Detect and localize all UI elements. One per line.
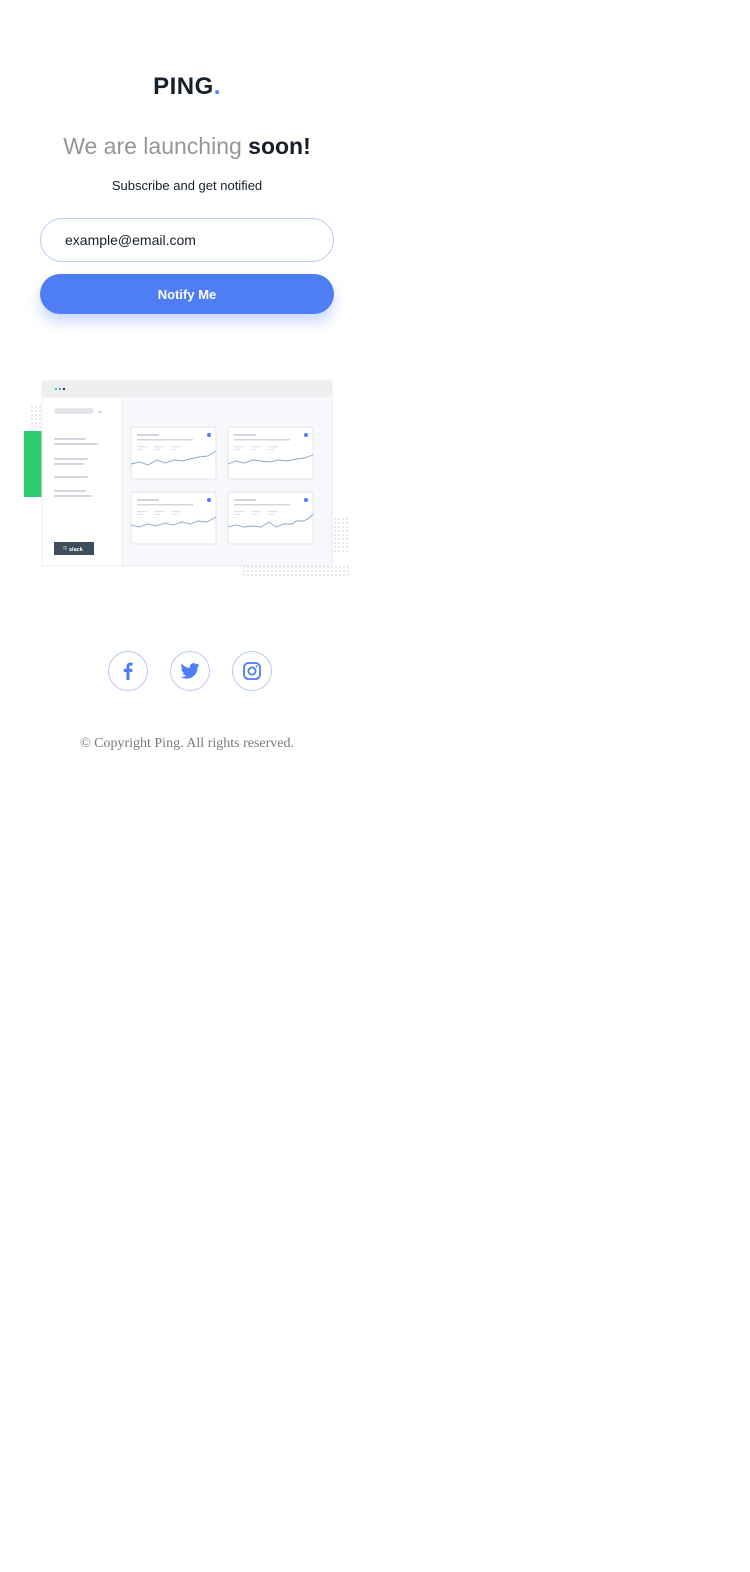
page: PING. We are launching soon! Subscribe a… (0, 0, 374, 780)
chart-card-1 (130, 426, 217, 480)
logo-dot: . (213, 73, 221, 100)
slack-badge-label: slack (69, 547, 84, 553)
chart-card-2 (227, 426, 314, 480)
headline-bold: soon! (248, 133, 311, 159)
window-dot-dark (62, 387, 66, 391)
headline-light: We are launching (63, 133, 249, 159)
instagram-link[interactable] (232, 651, 272, 691)
headline: We are launching soon! (0, 133, 374, 160)
window-dot-green (54, 387, 58, 391)
green-accent-block (24, 431, 44, 497)
facebook-link[interactable] (108, 651, 148, 691)
window-sidebar (41, 396, 123, 567)
logo: PING. (0, 73, 374, 101)
dot-grid-left (31, 406, 41, 428)
copyright-text: © Copyright Ping. All rights reserved. (79, 736, 294, 751)
chart-card-3 (130, 491, 217, 545)
twitter-icon (180, 663, 200, 679)
logo-text: PING (153, 73, 214, 100)
sidebar-selector (54, 408, 94, 414)
instagram-icon (243, 662, 261, 680)
social-links (108, 651, 274, 693)
window-titlebar (42, 381, 332, 397)
subtext: Subscribe and get notified (111, 178, 263, 193)
email-input[interactable] (40, 218, 334, 262)
dashboard-illustration: slack (24, 380, 349, 576)
window-dot-blue (58, 387, 62, 391)
facebook-icon (123, 662, 133, 680)
notify-button[interactable]: Notify Me (40, 274, 334, 314)
twitter-link[interactable] (170, 651, 210, 691)
chart-card-4 (227, 491, 314, 545)
